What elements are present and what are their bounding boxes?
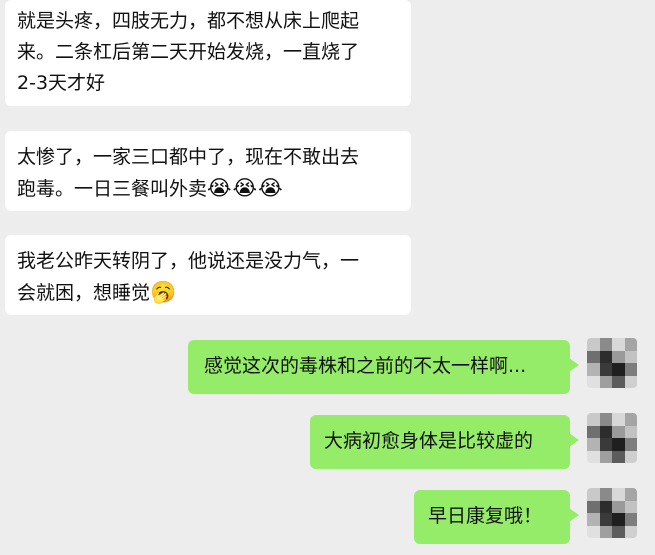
avatar-pixel bbox=[599, 438, 612, 451]
avatar-pixel bbox=[612, 350, 625, 363]
avatar-pixel bbox=[587, 338, 600, 351]
avatar-pixel bbox=[624, 488, 637, 501]
avatar-pixel bbox=[624, 338, 637, 351]
message-text: 大病初愈身体是比较虚的 bbox=[324, 430, 534, 452]
self-avatar[interactable] bbox=[587, 338, 637, 388]
outgoing-message-2[interactable]: 大病初愈身体是比较虚的 bbox=[310, 415, 579, 469]
avatar-pixel bbox=[587, 425, 600, 438]
avatar-pixel bbox=[587, 500, 600, 513]
avatar-pixel bbox=[599, 513, 612, 526]
avatar-pixel bbox=[599, 500, 612, 513]
avatar-pixel bbox=[612, 500, 625, 513]
self-avatar[interactable] bbox=[587, 413, 637, 463]
avatar-pixel bbox=[587, 363, 600, 376]
avatar-pixel bbox=[587, 450, 600, 463]
avatar-pixel bbox=[587, 413, 600, 426]
avatar-pixel bbox=[624, 363, 637, 376]
message-text: 我老公昨天转阴了，他说还是没力气，一 会就困，想睡觉 bbox=[17, 250, 360, 304]
avatar-pixel bbox=[612, 363, 625, 376]
avatar-pixel bbox=[587, 375, 600, 388]
avatar-pixel bbox=[624, 500, 637, 513]
avatar-pixel bbox=[587, 438, 600, 451]
avatar-pixel bbox=[612, 450, 625, 463]
avatar-pixel bbox=[612, 425, 625, 438]
avatar-pixel bbox=[599, 350, 612, 363]
message-text: 感觉这次的毒株和之前的不太一样啊... bbox=[204, 355, 527, 377]
message-text: 太惨了，一家三口都中了，现在不敢出去 跑毒。一日三餐叫外卖 bbox=[17, 146, 360, 200]
avatar-pixel bbox=[624, 425, 637, 438]
avatar-pixel bbox=[587, 525, 600, 538]
avatar-pixel bbox=[624, 375, 637, 388]
avatar-pixel bbox=[612, 525, 625, 538]
outgoing-message-1[interactable]: 感觉这次的毒株和之前的不太一样啊... bbox=[188, 340, 579, 394]
crying-face-emoji-icon: 😭😭😭 bbox=[207, 176, 284, 200]
avatar-pixel bbox=[624, 525, 637, 538]
avatar-pixel bbox=[612, 338, 625, 351]
avatar-pixel bbox=[587, 350, 600, 363]
outgoing-message-3[interactable]: 早日康复哦！ bbox=[414, 490, 579, 544]
avatar-pixel bbox=[612, 488, 625, 501]
message-text: 早日康复哦！ bbox=[428, 505, 543, 527]
avatar-pixel bbox=[599, 363, 612, 376]
avatar-pixel bbox=[624, 513, 637, 526]
incoming-message-3[interactable]: 我老公昨天转阴了，他说还是没力气，一 会就困，想睡觉🥱 bbox=[5, 235, 411, 315]
self-avatar[interactable] bbox=[587, 488, 637, 538]
avatar-pixel bbox=[612, 413, 625, 426]
avatar-pixel bbox=[587, 513, 600, 526]
avatar-pixel bbox=[599, 425, 612, 438]
avatar-pixel bbox=[624, 413, 637, 426]
message-text: 就是头疼，四肢无力，都不想从床上爬起 来。二条杠后第二天开始发烧，一直烧了 2-… bbox=[17, 10, 360, 94]
avatar-pixel bbox=[612, 513, 625, 526]
avatar-pixel bbox=[599, 488, 612, 501]
avatar-pixel bbox=[612, 438, 625, 451]
avatar-pixel bbox=[624, 450, 637, 463]
avatar-pixel bbox=[599, 375, 612, 388]
avatar-pixel bbox=[624, 438, 637, 451]
yawning-face-emoji-icon: 🥱 bbox=[150, 280, 178, 304]
avatar-pixel bbox=[587, 488, 600, 501]
avatar-pixel bbox=[599, 450, 612, 463]
incoming-message-2[interactable]: 太惨了，一家三口都中了，现在不敢出去 跑毒。一日三餐叫外卖😭😭😭 bbox=[5, 131, 411, 211]
avatar-pixel bbox=[599, 525, 612, 538]
avatar-pixel bbox=[599, 413, 612, 426]
avatar-pixel bbox=[599, 338, 612, 351]
avatar-pixel bbox=[612, 375, 625, 388]
avatar-pixel bbox=[624, 350, 637, 363]
incoming-message-1[interactable]: 就是头疼，四肢无力，都不想从床上爬起 来。二条杠后第二天开始发烧，一直烧了 2-… bbox=[5, 0, 411, 106]
